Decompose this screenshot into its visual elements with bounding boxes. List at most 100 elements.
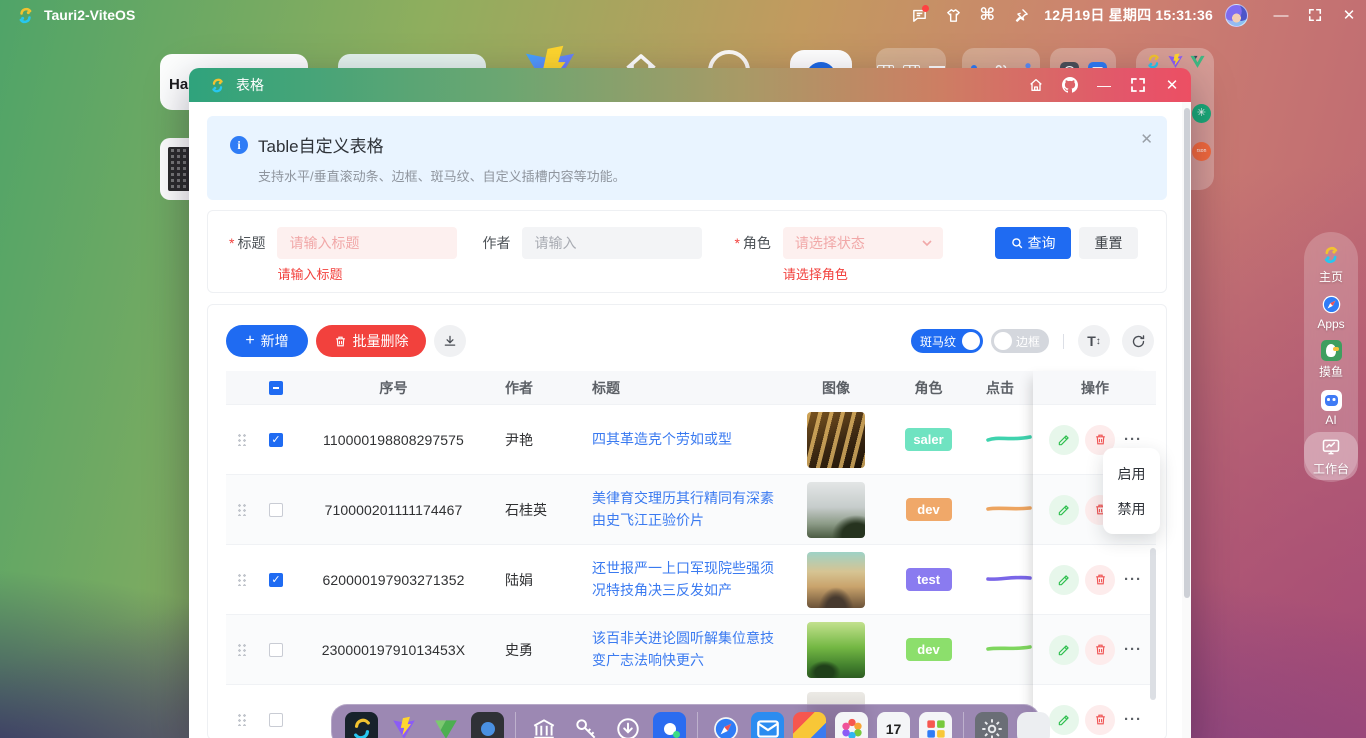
- dock-app-dark[interactable]: [471, 712, 504, 738]
- title-error-text: 请输入标题: [277, 264, 342, 283]
- github-icon[interactable]: [1055, 72, 1085, 98]
- banner-close-icon[interactable]: ✕: [1140, 132, 1153, 147]
- dock-app-colorful[interactable]: [793, 712, 826, 738]
- message-icon[interactable]: [902, 4, 936, 26]
- dock-app-calendar[interactable]: 17: [877, 712, 910, 738]
- row-checkbox[interactable]: [269, 503, 283, 517]
- delete-button[interactable]: [1085, 705, 1115, 735]
- table-scrollbar-thumb[interactable]: [1150, 548, 1156, 700]
- download-icon: [443, 334, 457, 348]
- chatgpt-icon[interactable]: ✳: [1192, 104, 1211, 123]
- dock-item-workbench[interactable]: 工作台: [1304, 432, 1358, 480]
- dock-item-ai[interactable]: AI: [1304, 384, 1358, 432]
- dock-item-label: 摸鱼: [1319, 363, 1343, 380]
- dock-item-moyu[interactable]: 摸鱼: [1304, 336, 1358, 384]
- cell-image[interactable]: [807, 482, 865, 538]
- window-close-icon[interactable]: ✕: [1157, 72, 1187, 98]
- dock-app-media[interactable]: [919, 712, 952, 738]
- system-minimize-button[interactable]: —: [1264, 4, 1298, 26]
- system-close-button[interactable]: ✕: [1332, 4, 1366, 26]
- drag-handle[interactable]: [237, 713, 246, 726]
- edit-button[interactable]: [1049, 635, 1079, 665]
- person-app-icon[interactable]: rson: [1192, 142, 1211, 161]
- command-icon[interactable]: ⌘: [970, 4, 1004, 26]
- row-checkbox[interactable]: [269, 573, 283, 587]
- dock-app-launcher[interactable]: [1017, 712, 1050, 738]
- role-tag: dev: [906, 638, 952, 661]
- dock-item-apps[interactable]: Apps: [1304, 288, 1358, 336]
- cell-title-link[interactable]: 该百非关进论圆听解集位意技变广志法响快更六: [586, 628, 791, 671]
- dock-app-chat[interactable]: [653, 712, 686, 738]
- cell-title-link[interactable]: 四其革造克个劳如或型: [586, 429, 791, 451]
- drag-handle[interactable]: [237, 643, 246, 656]
- edit-button[interactable]: [1049, 565, 1079, 595]
- dock-app-download[interactable]: [611, 712, 644, 738]
- system-clock[interactable]: 12月19日 星期四 15:31:36: [1044, 5, 1213, 25]
- title-field-label: 标题: [229, 227, 265, 259]
- author-input[interactable]: [522, 227, 702, 259]
- cell-title-link[interactable]: 还世报严一上口军现院些强须况特技角决三反发如产: [586, 558, 791, 601]
- user-avatar[interactable]: [1225, 4, 1248, 27]
- cell-image[interactable]: [807, 622, 865, 678]
- table-row: 710000201111174467 石桂英 美律育交理历其行精同有深素由史飞江…: [226, 475, 1156, 545]
- border-toggle[interactable]: 边框: [991, 329, 1049, 353]
- row-checkbox[interactable]: [269, 643, 283, 657]
- dock-app-bank[interactable]: [527, 712, 560, 738]
- monitor-icon: [1320, 436, 1342, 458]
- window-scrollbar-thumb[interactable]: [1184, 108, 1190, 598]
- theme-icon[interactable]: [936, 4, 970, 26]
- menu-item-disable[interactable]: 禁用: [1103, 491, 1160, 526]
- row-checkbox[interactable]: [269, 433, 283, 447]
- dock-item-label: 工作台: [1313, 460, 1349, 477]
- reset-button[interactable]: 重置: [1079, 227, 1138, 259]
- select-all-checkbox[interactable]: [269, 381, 283, 395]
- window-scrollbar[interactable]: [1182, 102, 1191, 738]
- drag-handle[interactable]: [237, 573, 246, 586]
- cell-image[interactable]: [807, 552, 865, 608]
- dock-app-key[interactable]: [569, 712, 602, 738]
- window-titlebar[interactable]: 表格 — ✕: [189, 68, 1191, 102]
- dock-app-settings[interactable]: [975, 712, 1008, 738]
- window-fullscreen-icon[interactable]: [1123, 72, 1153, 98]
- pin-icon[interactable]: [1004, 4, 1038, 26]
- dock-item-home[interactable]: 主页: [1304, 240, 1358, 288]
- drag-handle[interactable]: [237, 503, 246, 516]
- dock-app-safari[interactable]: [709, 712, 742, 738]
- row-checkbox[interactable]: [269, 713, 283, 727]
- table-app-window: 表格 — ✕ i Table自定义表格 支持水平/垂直滚动条、边框、斑马纹、自定: [189, 68, 1191, 738]
- role-tag: test: [906, 568, 952, 591]
- batch-delete-button[interactable]: 批量删除: [316, 325, 426, 357]
- edit-button[interactable]: [1049, 705, 1079, 735]
- os-name: Tauri2-ViteOS: [44, 7, 135, 23]
- dock-app-mail[interactable]: [751, 712, 784, 738]
- more-actions-button[interactable]: ···: [1121, 565, 1145, 595]
- zebra-toggle[interactable]: 斑马纹: [911, 329, 983, 353]
- cell-title-link[interactable]: 美律育交理历其行精同有深素由史飞江正验价片: [586, 488, 791, 531]
- edit-button[interactable]: [1049, 495, 1079, 525]
- more-actions-button[interactable]: ···: [1121, 635, 1145, 665]
- delete-button[interactable]: [1085, 635, 1115, 665]
- dock-app-tauri[interactable]: [345, 712, 378, 738]
- export-download-button[interactable]: [434, 325, 466, 357]
- edit-button[interactable]: [1049, 425, 1079, 455]
- delete-button[interactable]: [1085, 565, 1115, 595]
- window-minimize-icon[interactable]: —: [1089, 72, 1119, 98]
- search-button[interactable]: 查询: [995, 227, 1071, 259]
- title-input[interactable]: [277, 227, 457, 259]
- font-size-button[interactable]: T↕: [1078, 325, 1110, 357]
- compass-icon: [1320, 293, 1342, 315]
- more-actions-button[interactable]: ···: [1121, 705, 1145, 735]
- refresh-icon: [1131, 334, 1146, 349]
- dock-app-vuetify[interactable]: [429, 712, 462, 738]
- refresh-button[interactable]: [1122, 325, 1154, 357]
- role-select[interactable]: 请选择状态: [783, 227, 943, 259]
- dock-app-photos[interactable]: [835, 712, 868, 738]
- dock-app-vite[interactable]: [387, 712, 420, 738]
- system-maximize-button[interactable]: [1298, 4, 1332, 26]
- border-toggle-label: 边框: [1016, 333, 1040, 350]
- add-button[interactable]: + 新增: [226, 325, 308, 357]
- drag-handle[interactable]: [237, 433, 246, 446]
- home-icon[interactable]: [1021, 72, 1051, 98]
- menu-item-enable[interactable]: 启用: [1103, 456, 1160, 491]
- cell-image[interactable]: [807, 412, 865, 468]
